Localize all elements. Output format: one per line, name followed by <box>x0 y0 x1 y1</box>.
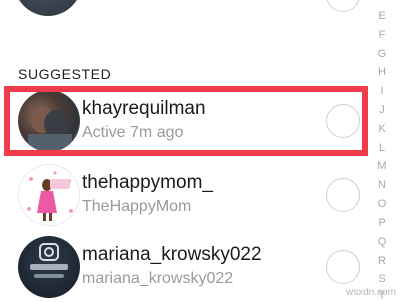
avatar <box>18 164 80 226</box>
select-radio[interactable] <box>326 250 360 284</box>
section-title: SUGGESTED <box>18 66 112 82</box>
username: thehappymom_ <box>82 172 213 193</box>
index-letter[interactable]: E <box>377 10 387 22</box>
index-letter[interactable]: N <box>377 179 387 191</box>
select-radio[interactable] <box>326 0 360 12</box>
full-name: mariana_krowsky022 <box>82 270 234 287</box>
index-letter[interactable]: P <box>377 217 387 229</box>
index-letter[interactable]: H <box>377 66 387 78</box>
index-letter[interactable]: L <box>377 142 387 154</box>
index-letter[interactable]: M <box>377 160 387 172</box>
full-name: TheHappyMom <box>82 198 192 215</box>
index-letter[interactable]: S <box>377 273 387 285</box>
index-letter[interactable]: R <box>377 255 387 267</box>
username: mariana_krowsky022 <box>82 244 262 265</box>
index-letter[interactable]: F <box>377 29 387 41</box>
index-letter[interactable]: G <box>377 48 387 60</box>
highlight-box <box>4 86 368 156</box>
watermark: wsxdn.com <box>345 287 396 298</box>
index-letter[interactable]: K <box>377 123 387 135</box>
list-item[interactable]: thehappymom_ TheHappyMom <box>0 160 372 230</box>
list-item[interactable]: mariana_krowsky022 mariana_krowsky022 <box>0 232 372 302</box>
index-letter[interactable]: J <box>377 104 387 116</box>
select-radio[interactable] <box>326 178 360 212</box>
avatar[interactable] <box>14 0 82 16</box>
index-letter[interactable]: I <box>377 85 387 97</box>
avatar <box>18 236 80 298</box>
index-letter[interactable]: O <box>377 198 387 210</box>
index-letter[interactable]: Q <box>377 236 387 248</box>
